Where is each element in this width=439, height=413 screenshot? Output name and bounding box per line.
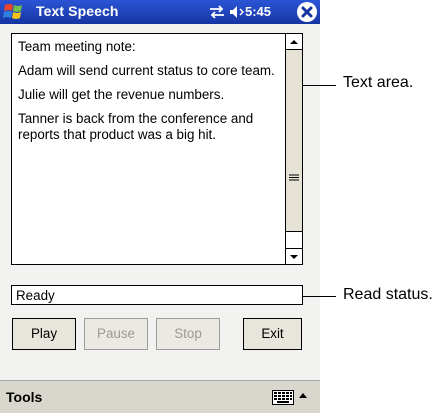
- stop-button[interactable]: Stop: [156, 318, 220, 350]
- read-status-text: Ready: [16, 288, 55, 303]
- read-status-field: Ready: [11, 285, 303, 305]
- clock[interactable]: 5:45: [245, 4, 271, 19]
- note-textarea[interactable]: Team meeting note: Adam will send curren…: [11, 33, 303, 265]
- volume-icon[interactable]: [229, 4, 245, 20]
- tools-menu[interactable]: Tools: [6, 389, 42, 405]
- note-paragraph: Tanner is back from the conference and r…: [18, 111, 254, 142]
- scroll-down-button[interactable]: [286, 248, 302, 264]
- note-paragraph: Team meeting note:: [18, 39, 136, 54]
- close-button[interactable]: [297, 2, 317, 22]
- note-text[interactable]: Team meeting note: Adam will send curren…: [18, 39, 280, 151]
- note-paragraph: Julie will get the revenue numbers.: [18, 87, 225, 102]
- scroll-grip-icon: [289, 174, 299, 181]
- text-area-callout-line: [303, 85, 336, 86]
- text-area-callout: Text area.: [343, 74, 414, 91]
- vertical-scrollbar[interactable]: [285, 34, 302, 264]
- title-bar: Text Speech 5:45: [0, 0, 320, 24]
- arrow-down-icon: [290, 255, 298, 259]
- close-icon: [301, 6, 313, 18]
- scroll-up-button[interactable]: [286, 34, 302, 50]
- arrow-up-icon: [290, 40, 298, 44]
- read-status-callout: Read status.: [343, 286, 433, 303]
- pause-button[interactable]: Pause: [84, 318, 148, 350]
- connectivity-icon[interactable]: [208, 4, 226, 20]
- note-paragraph: Adam will send current status to core te…: [18, 63, 275, 78]
- play-button[interactable]: Play: [12, 318, 76, 350]
- menu-bar: Tools: [0, 380, 320, 413]
- read-status-callout-line: [303, 296, 336, 297]
- scroll-thumb[interactable]: [286, 231, 302, 249]
- keyboard-icon[interactable]: [272, 390, 294, 405]
- sip-arrow-icon[interactable]: [297, 389, 309, 403]
- windows-start-icon[interactable]: [2, 1, 26, 23]
- exit-button[interactable]: Exit: [243, 318, 302, 350]
- app-title: Text Speech: [36, 3, 119, 19]
